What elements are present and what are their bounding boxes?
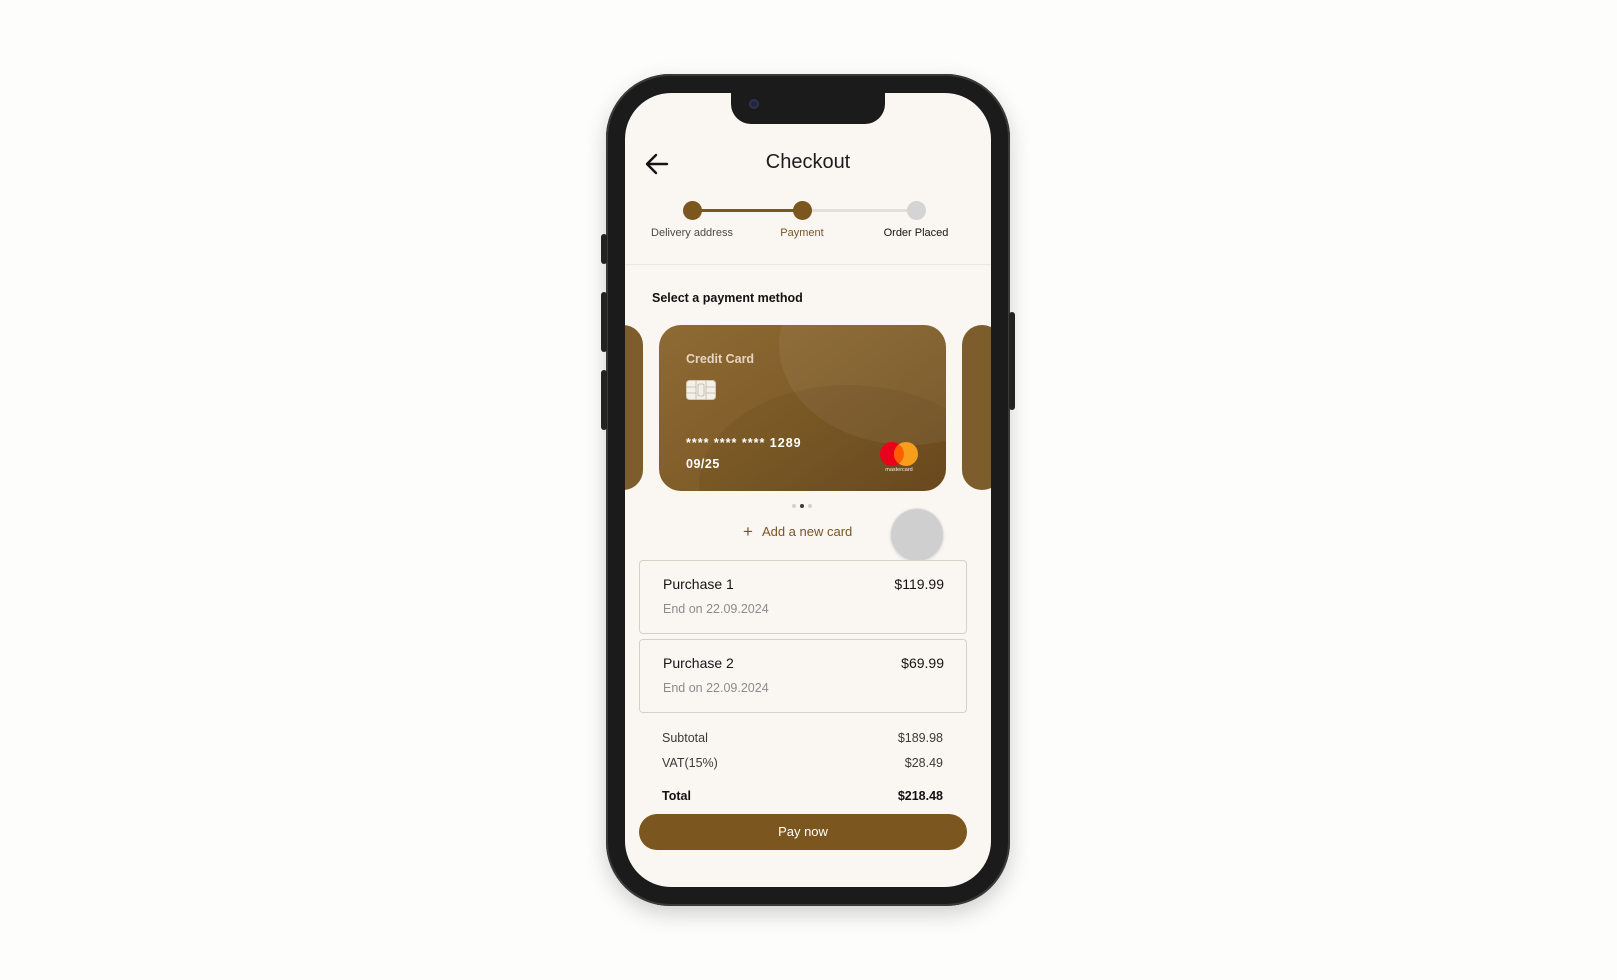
- add-new-card-button[interactable]: + Add a new card: [743, 521, 852, 541]
- add-new-card-label: Add a new card: [761, 523, 853, 539]
- step-label-payment: Payment: [780, 227, 824, 239]
- carousel-dot[interactable]: [792, 504, 796, 508]
- power-button: [1009, 312, 1015, 410]
- notch: [731, 93, 885, 124]
- plus-icon: +: [743, 521, 753, 541]
- carousel-dot[interactable]: [808, 504, 812, 508]
- previous-card-peek[interactable]: [625, 325, 643, 490]
- total-value: $218.48: [897, 789, 943, 803]
- pay-now-button[interactable]: Pay now: [639, 814, 967, 850]
- mastercard-logo: [880, 442, 918, 466]
- step-label-order-placed: Order Placed: [883, 227, 949, 239]
- page-title: Checkout: [765, 151, 851, 173]
- step-line-pending: [802, 209, 916, 212]
- checkout-stepper: Delivery address Payment Order Placed: [625, 201, 991, 251]
- purchase-item[interactable]: Purchase 2 $69.99 End on 22.09.2024: [639, 639, 967, 713]
- touch-indicator: [891, 509, 943, 561]
- vat-label: VAT(15%): [662, 756, 718, 770]
- purchase-name: Purchase 2: [663, 655, 734, 671]
- step-dot-delivery[interactable]: [683, 201, 702, 220]
- screen: Checkout Delivery address Payment Order …: [625, 93, 991, 887]
- purchase-item[interactable]: Purchase 1 $119.99 End on 22.09.2024: [639, 560, 967, 634]
- purchase-end-date: End on 22.09.2024: [663, 681, 769, 695]
- purchase-name: Purchase 1: [663, 576, 734, 592]
- payment-section-title: Select a payment method: [652, 291, 803, 305]
- header: Checkout: [625, 143, 991, 183]
- vat-value: $28.49: [904, 756, 943, 770]
- subtotal-value: $189.98: [897, 731, 943, 745]
- carousel-indicator: [625, 503, 991, 509]
- step-line-done: [692, 209, 802, 212]
- total-label: Total: [662, 789, 691, 803]
- volume-up-button: [601, 292, 607, 352]
- card-type-label: Credit Card: [686, 352, 755, 366]
- camera-icon: [749, 99, 759, 109]
- card-expiry: 09/25: [686, 457, 720, 471]
- volume-down-button: [601, 370, 607, 430]
- chip-icon: [686, 380, 716, 400]
- divider: [625, 264, 991, 265]
- credit-card[interactable]: Credit Card **** **** **** 1289 09/25 ma…: [659, 325, 946, 491]
- card-number: **** **** **** 1289: [686, 436, 802, 450]
- step-dot-payment[interactable]: [793, 201, 812, 220]
- purchase-price: $69.99: [901, 655, 944, 671]
- next-card-peek[interactable]: [962, 325, 991, 490]
- subtotal-label: Subtotal: [662, 731, 708, 745]
- step-label-delivery: Delivery address: [651, 227, 733, 239]
- carousel-dot-active[interactable]: [800, 504, 804, 508]
- phone-frame: Checkout Delivery address Payment Order …: [601, 74, 1015, 906]
- step-dot-order-placed[interactable]: [907, 201, 926, 220]
- card-brand-label: mastercard: [885, 467, 913, 473]
- purchase-price: $119.99: [894, 576, 944, 592]
- side-button: [601, 234, 607, 264]
- purchase-end-date: End on 22.09.2024: [663, 602, 769, 616]
